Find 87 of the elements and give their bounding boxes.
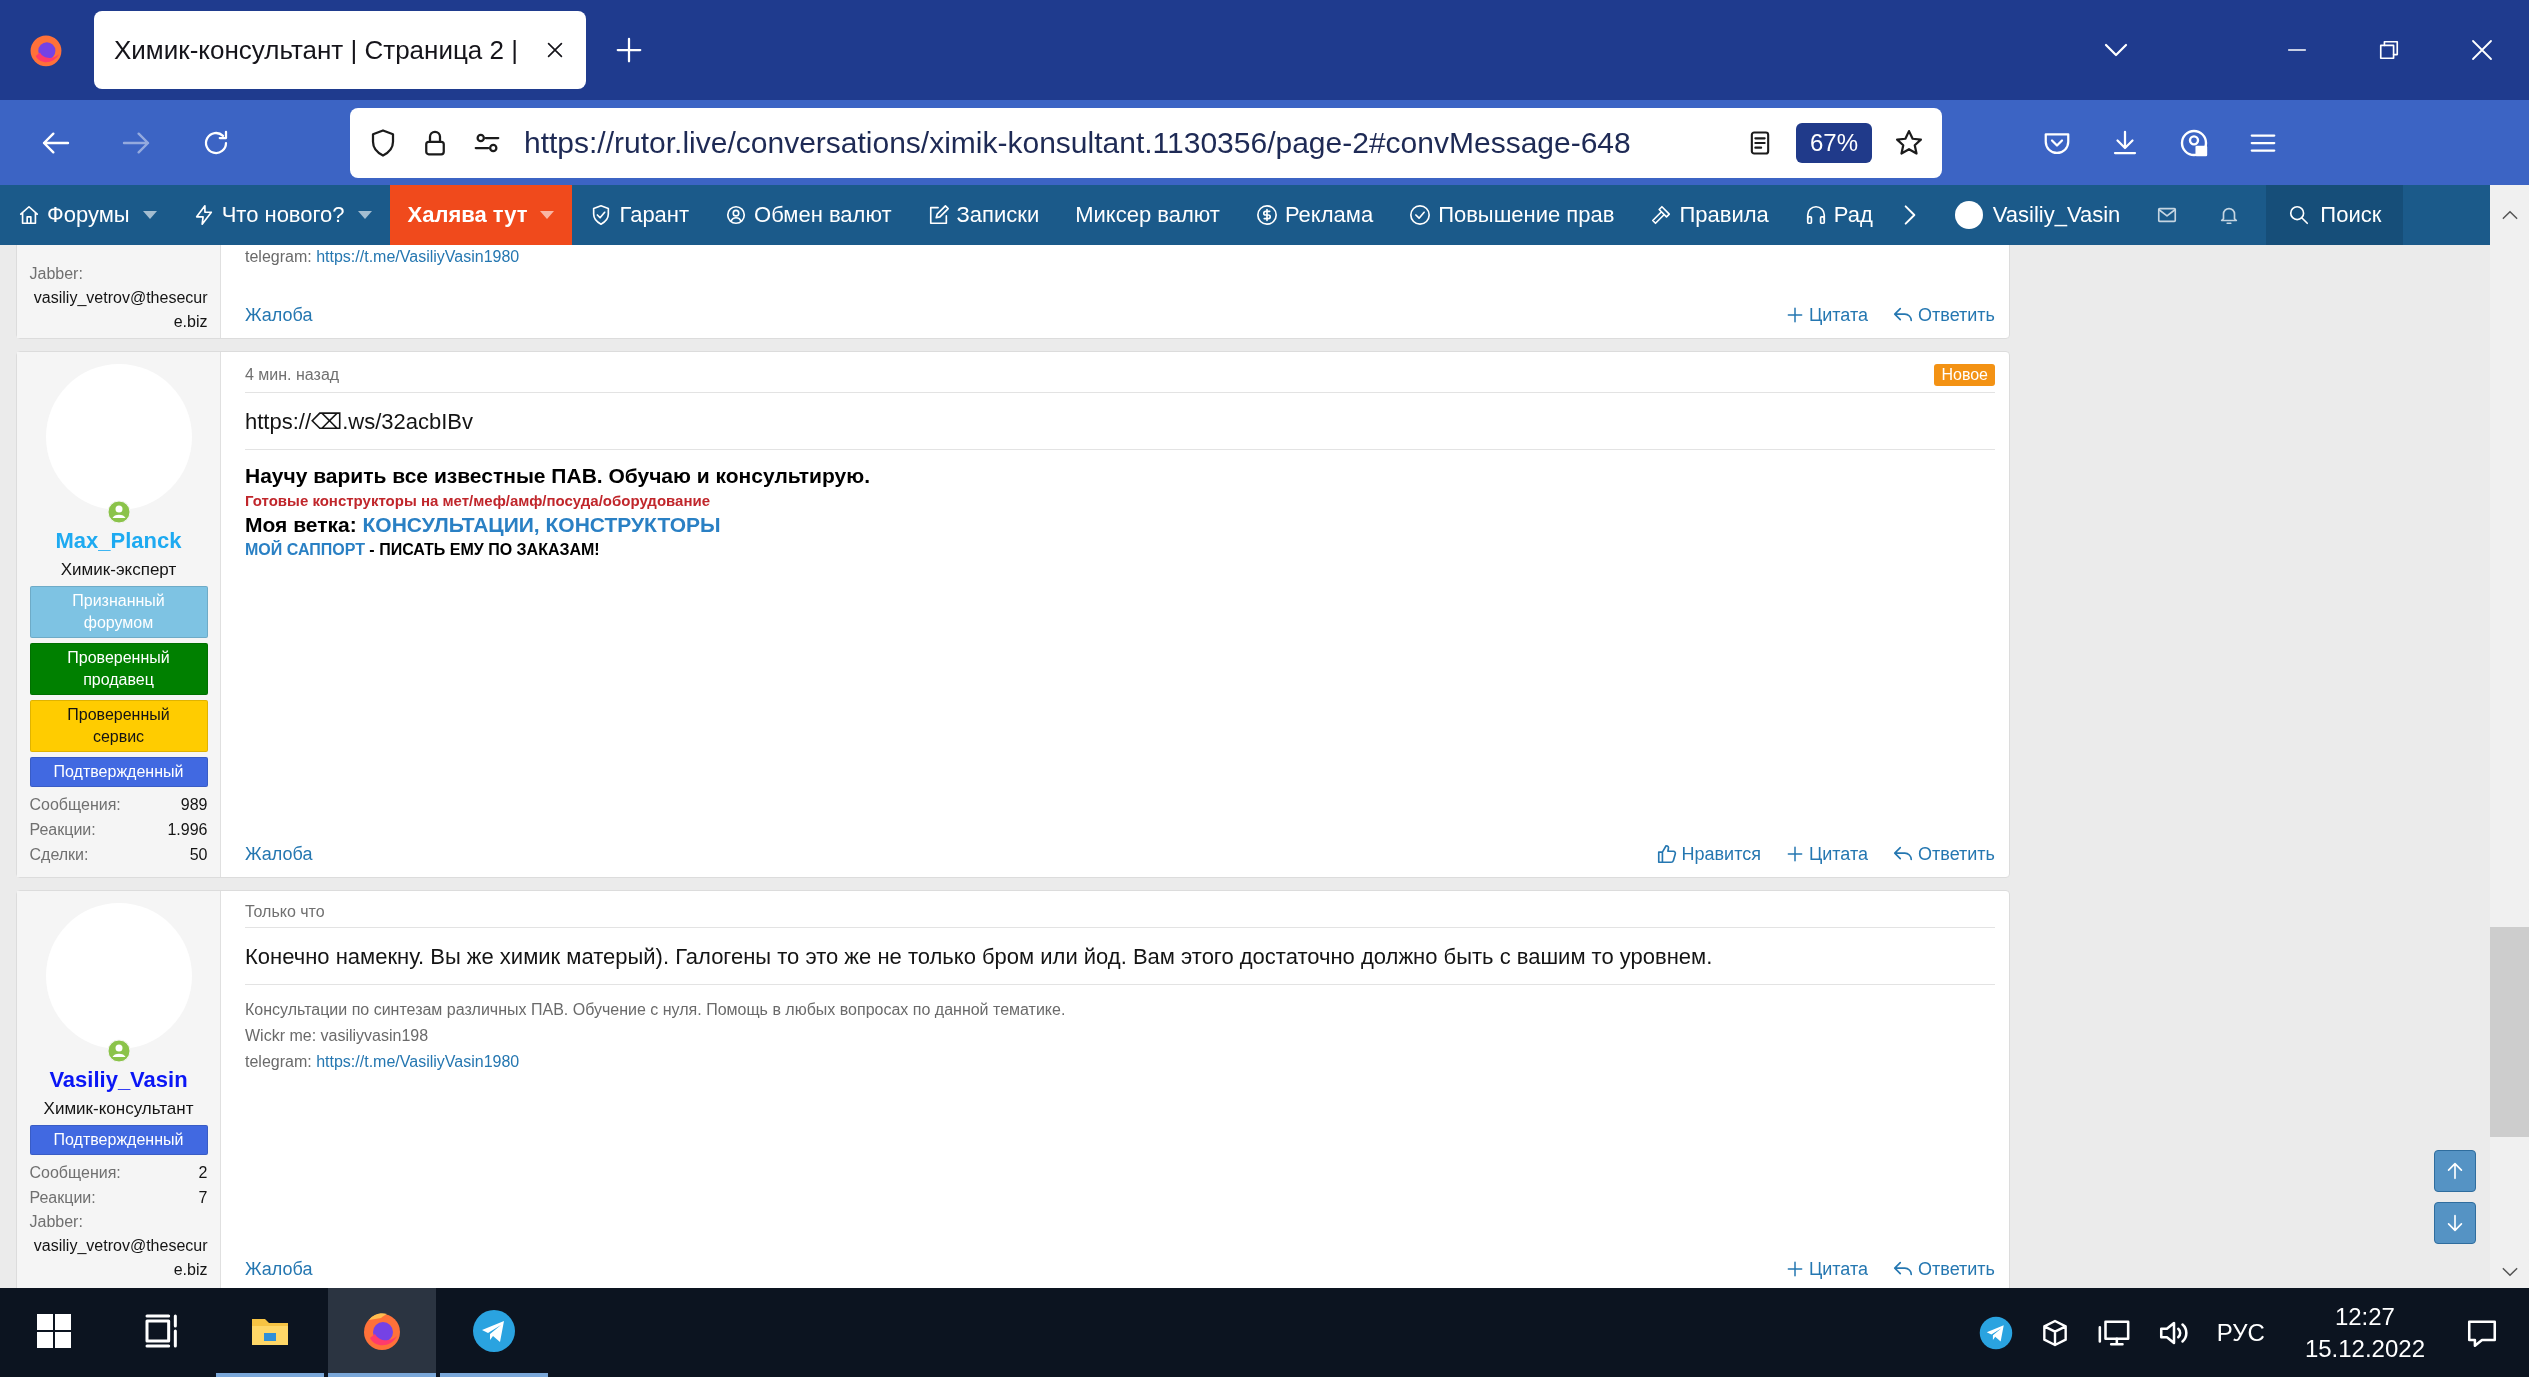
stat-value: 50 (189, 845, 208, 865)
signature-line: Моя ветка: КОНСУЛЬТАЦИИ, КОНСТРУКТОРЫ (245, 513, 722, 537)
paper-plane-icon (472, 1308, 516, 1353)
post-time: 4 мин. назад (245, 366, 340, 384)
dollar-circle-icon (1255, 204, 1278, 226)
nav-tab[interactable]: Что нового? (174, 185, 390, 245)
user-badge: Подтвержденный (29, 757, 208, 787)
signature-text: Wickr me: vasiliyvasin198 (245, 1026, 430, 1046)
thumbs-up-icon (1655, 843, 1678, 865)
like-link[interactable]: Нравится (1655, 843, 1761, 865)
contact-value: vasiliy_vetrov@thesecure.biz (32, 288, 208, 332)
close-icon[interactable] (2470, 38, 2494, 62)
nav-tab[interactable]: Форумы (0, 185, 175, 245)
username[interactable]: Vasiliy_Vasin (49, 1067, 188, 1093)
stat-label: Реакции: (29, 820, 96, 840)
report-link[interactable]: Жалоба (245, 843, 313, 865)
star-icon[interactable] (1894, 127, 1924, 158)
contact-value: vasiliy_vetrov@thesecure.biz (32, 1236, 208, 1280)
user-badge: Проверенный продавец (29, 643, 208, 695)
user-menu[interactable]: Vasiliy_Vasin (1938, 185, 2137, 245)
user-title: Химик-эксперт (60, 560, 177, 580)
browser-tab[interactable]: Химик-консультант | Страница 2 | (94, 11, 586, 89)
user-title: Химик-консультант (43, 1099, 194, 1119)
stat-value: 1.996 (167, 820, 208, 840)
headphones-icon (1804, 204, 1827, 226)
scrollbar-thumb[interactable] (2490, 927, 2529, 1137)
nav-tab[interactable]: Гарант (572, 185, 708, 245)
nav-tab[interactable]: Записки (909, 185, 1058, 245)
post-text: https://⌫.ws/32acbIBv (245, 393, 1995, 450)
nav-tab[interactable]: Правила (1632, 185, 1787, 245)
reply-link[interactable]: Ответить (1892, 1258, 1995, 1280)
signature-text: Консультации по синтезам различных ПАВ. Обучение с нуля. Помощь в любых вопросах по данной тематике. (245, 1000, 1067, 1020)
stat-label: Сообщения: (29, 795, 121, 815)
scroll-bottom-button[interactable] (2434, 1202, 2476, 1244)
hammer-icon (1650, 204, 1673, 226)
signature-contact: telegram: https://t.me/VasiliyVasin1980 (245, 247, 521, 267)
home-icon (18, 204, 40, 226)
stat-label: Реакции: (29, 1188, 96, 1208)
quote-link[interactable]: Цитата (1784, 1258, 1869, 1280)
scroll-top-button[interactable] (2434, 1150, 2476, 1192)
stat-value: 2 (198, 1163, 208, 1183)
clock[interactable]: 12:27 15.12.2022 (2304, 1300, 2425, 1365)
post-text: Конечно намекну. Вы же химик матерый). Галогены то это же не только бром или йод. Вам этого достаточно должно быть с вашим то уровнем. (245, 928, 1995, 985)
signature-contact: telegram: https://t.me/VasiliyVasin1980 (245, 1052, 521, 1072)
quote-link[interactable]: Цитата (1784, 304, 1869, 326)
quote-link[interactable]: Цитата (1784, 843, 1869, 865)
stat-label: Сделки: (29, 845, 89, 865)
nav-tab[interactable]: Миксер валют (1057, 185, 1238, 245)
check-circle-icon (1409, 204, 1432, 226)
nav-tab[interactable]: Халява тут (389, 185, 573, 245)
edit-icon (927, 204, 950, 226)
address-bar[interactable]: https://rutor.live/conversations/ximik-konsultant.1130356/page-2#convMessage-648 67% (350, 107, 1942, 178)
language-indicator[interactable]: РУС (2216, 1318, 2265, 1347)
search-icon (2288, 204, 2311, 226)
search-button[interactable]: Поиск (2266, 185, 2404, 245)
signature-notice: Готовые конструкторы на мет/меф/амф/посуда/оборудование (245, 492, 712, 509)
report-link[interactable]: Жалоба (245, 304, 313, 326)
restore-icon[interactable] (2378, 39, 2400, 61)
post-time: Только что (245, 903, 325, 921)
reply-link[interactable]: Ответить (1892, 304, 1995, 326)
stat-value: 989 (180, 795, 208, 815)
start-icon (37, 1313, 71, 1348)
new-tab-icon[interactable] (614, 35, 644, 65)
user-badge: Признанный форумом (29, 586, 208, 638)
app-logo-icon[interactable] (28, 32, 64, 68)
nav-tab[interactable]: Реклама (1237, 185, 1392, 245)
support-link[interactable]: МОЙ САППОРТ (245, 541, 365, 558)
new-label: Новое (1934, 364, 1995, 386)
stat-value: 7 (198, 1188, 208, 1208)
reply-link[interactable]: Ответить (1892, 843, 1995, 865)
signature-headline: Научу варить все известные ПАВ. Обучаю и консультирую. (245, 464, 871, 488)
contact-label: Jabber: (29, 1212, 84, 1232)
telegram-link[interactable]: https://t.me/VasiliyVasin1980 (316, 248, 520, 265)
contact-label: Jabber: (29, 264, 84, 284)
thread-link[interactable]: КОНСУЛЬТАЦИИ, КОНСТРУКТОРЫ (362, 513, 721, 536)
telegram-link[interactable]: https://t.me/VasiliyVasin1980 (316, 1053, 520, 1070)
user-badge: Подтвержденный (29, 1125, 208, 1155)
nav-tab[interactable]: Рад (1786, 185, 1891, 245)
signature-line: МОЙ САППОРТ - ПИСАТЬ ЕМУ ПО ЗАКАЗАМ! (245, 541, 601, 559)
nav-tab[interactable]: Повышение прав (1391, 185, 1633, 245)
user-badge: Проверенный сервис (29, 700, 208, 752)
url-text: https://rutor.live/conversations/ximik-konsultant.1130356/page-2#convMessage-648 (524, 125, 1632, 160)
paper-plane-icon[interactable] (1978, 1315, 2013, 1350)
nav-tab[interactable]: Обмен валют (707, 185, 910, 245)
zoom-level[interactable]: 67% (1795, 122, 1872, 163)
stat-label: Сообщения: (29, 1163, 121, 1183)
report-link[interactable]: Жалоба (245, 1258, 313, 1280)
